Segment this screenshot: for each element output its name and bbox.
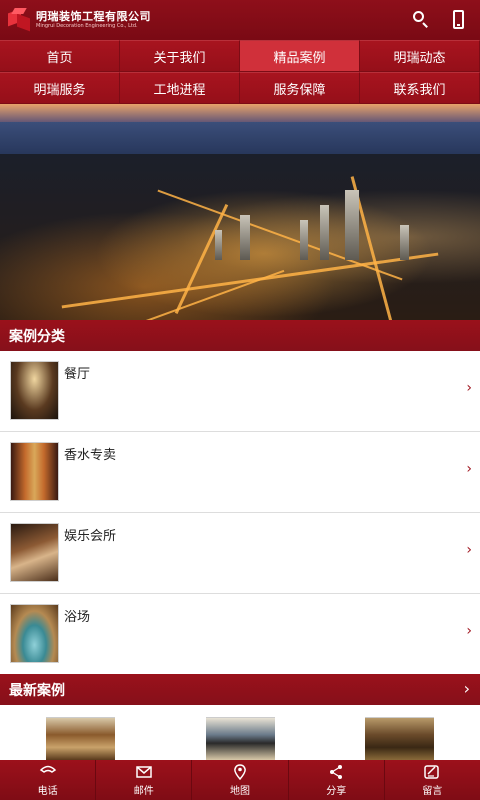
latest-case-thumbnail[interactable] xyxy=(46,717,115,760)
bottom-mail-button[interactable]: 邮件 xyxy=(96,760,193,800)
mobile-phone-icon[interactable] xyxy=(448,9,470,31)
latest-case-thumbnail[interactable] xyxy=(206,717,275,760)
bathhouse-thumbnail xyxy=(10,604,59,663)
restaurant-thumbnail xyxy=(10,361,59,420)
chevron-right-icon: › xyxy=(466,623,472,639)
nav-item-site-progress[interactable]: 工地进程 xyxy=(120,72,240,104)
bottom-share-label: 分享 xyxy=(326,785,347,797)
chevron-right-icon: › xyxy=(466,542,472,558)
main-nav: 首页 关于我们 精品案例 明瑞动态 明瑞服务 工地进程 服务保障 联系我们 xyxy=(0,40,480,104)
chevron-right-icon: › xyxy=(463,679,470,698)
bottom-map-button[interactable]: 地图 xyxy=(192,760,289,800)
bottom-call-button[interactable]: 电话 xyxy=(0,760,97,800)
nav-item-news[interactable]: 明瑞动态 xyxy=(360,40,480,72)
nav-item-contact[interactable]: 联系我们 xyxy=(360,72,480,104)
phone-icon xyxy=(39,765,56,773)
bottom-toolbar: 电话 邮件 地图 分享 留言 xyxy=(0,760,480,800)
bottom-call-label: 电话 xyxy=(37,785,58,797)
company-logo[interactable]: 明瑞装饰工程有限公司 Mingrui Decoration Engineerin… xyxy=(8,8,151,32)
top-header: 明瑞装饰工程有限公司 Mingrui Decoration Engineerin… xyxy=(0,0,480,40)
bottom-map-label: 地图 xyxy=(230,785,250,797)
entertainment-club-thumbnail xyxy=(10,523,59,582)
logo-cube-icon xyxy=(8,8,32,32)
category-item-restaurant[interactable]: 餐厅 › xyxy=(0,351,480,432)
logo-company-name: 明瑞装饰工程有限公司 xyxy=(36,10,151,23)
logo-company-english: Mingrui Decoration Engineering Co., Ltd. xyxy=(36,23,138,29)
nav-item-cases[interactable]: 精品案例 xyxy=(240,40,360,72)
mail-icon xyxy=(136,765,152,778)
latest-case-thumbnail[interactable] xyxy=(365,717,434,760)
chevron-right-icon: › xyxy=(466,380,472,396)
bottom-mail-label: 邮件 xyxy=(133,785,154,797)
nav-item-home[interactable]: 首页 xyxy=(0,40,120,72)
bottom-message-label: 留言 xyxy=(422,785,443,797)
category-section-title: 案例分类 xyxy=(9,328,65,345)
latest-section-header[interactable]: 最新案例 › xyxy=(0,674,480,705)
category-item-perfume-store[interactable]: 香水专卖 › xyxy=(0,432,480,513)
category-item-bathhouse[interactable]: 浴场 › xyxy=(0,594,480,675)
category-label: 娱乐会所 xyxy=(64,529,117,544)
category-label: 餐厅 xyxy=(64,367,91,382)
category-item-entertainment-club[interactable]: 娱乐会所 › xyxy=(0,513,480,594)
latest-cases-row xyxy=(0,705,480,760)
perfume-store-thumbnail xyxy=(10,442,59,501)
category-label: 浴场 xyxy=(64,610,91,625)
nav-item-services[interactable]: 明瑞服务 xyxy=(0,72,120,104)
bottom-share-button[interactable]: 分享 xyxy=(289,760,385,800)
share-icon xyxy=(330,764,343,779)
search-icon[interactable] xyxy=(410,9,432,31)
nav-item-about[interactable]: 关于我们 xyxy=(120,40,240,72)
map-pin-icon xyxy=(234,763,246,780)
category-list: 餐厅 › 香水专卖 › 娱乐会所 › 浴场 › xyxy=(0,351,480,675)
chevron-right-icon: › xyxy=(466,461,472,477)
category-section-header: 案例分类 xyxy=(0,320,480,351)
category-label: 香水专卖 xyxy=(64,448,117,463)
bottom-message-button[interactable]: 留言 xyxy=(385,760,480,800)
message-icon xyxy=(424,764,440,779)
app-screen: 明瑞装饰工程有限公司 Mingrui Decoration Engineerin… xyxy=(0,0,480,800)
latest-section-title: 最新案例 xyxy=(9,682,65,699)
hero-banner-image[interactable] xyxy=(0,104,480,320)
nav-item-service-guarantee[interactable]: 服务保障 xyxy=(240,72,360,104)
